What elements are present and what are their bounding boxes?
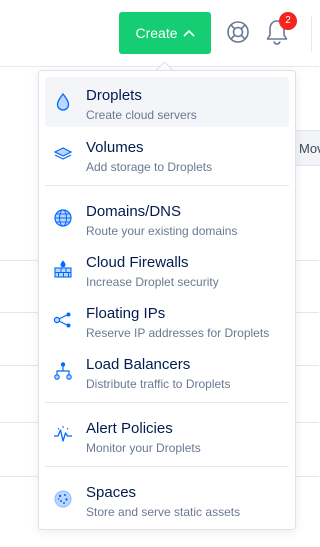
menu-divider <box>45 466 289 467</box>
help-lifebuoy-icon[interactable] <box>226 20 250 44</box>
menu-item-title: Droplets <box>86 87 142 104</box>
menu-item-description: Route your existing domains <box>86 224 238 238</box>
menu-item-alert-policies[interactable]: Alert Policies Monitor your Droplets <box>45 410 289 460</box>
globe-icon <box>54 209 72 227</box>
floating-ip-icon <box>53 312 71 328</box>
menu-item-description: Increase Droplet security <box>86 275 219 289</box>
menu-item-description: Distribute traffic to Droplets <box>86 377 231 391</box>
create-menu: Droplets Create cloud servers Volumes Ad… <box>38 70 296 530</box>
menu-divider <box>45 185 289 186</box>
pulse-alert-icon <box>54 426 72 442</box>
menu-item-title: Volumes <box>86 139 144 156</box>
topbar-divider <box>311 16 312 52</box>
menu-item-title: Spaces <box>86 484 137 501</box>
volumes-icon <box>53 147 73 160</box>
notification-badge: 2 <box>279 12 297 30</box>
menu-item-title: Load Balancers <box>86 356 191 373</box>
chevron-up-icon <box>182 29 195 37</box>
menu-item-domains-dns[interactable]: Domains/DNS Route your existing domains <box>45 193 289 243</box>
firewall-icon <box>54 260 72 278</box>
create-button-label: Create <box>135 25 178 41</box>
menu-item-volumes[interactable]: Volumes Add storage to Droplets <box>45 129 289 179</box>
menu-divider <box>45 402 289 403</box>
menu-item-title: Cloud Firewalls <box>86 254 189 271</box>
menu-item-description: Store and serve static assets <box>86 505 241 519</box>
menu-item-title: Alert Policies <box>86 420 173 437</box>
spaces-icon <box>54 490 72 508</box>
menu-item-title: Floating IPs <box>86 305 166 322</box>
menu-item-description: Reserve IP addresses for Droplets <box>86 326 270 340</box>
move-button-label: Mov <box>299 141 320 156</box>
menu-item-description: Monitor your Droplets <box>86 441 201 455</box>
menu-item-droplets[interactable]: Droplets Create cloud servers <box>45 77 289 127</box>
menu-item-title: Domains/DNS <box>86 203 182 220</box>
menu-item-load-balancers[interactable]: Load Balancers Distribute traffic to Dro… <box>45 346 289 396</box>
notifications-button[interactable]: 2 <box>264 12 297 48</box>
move-button[interactable]: Mov <box>292 130 320 166</box>
create-button[interactable]: Create <box>119 12 211 54</box>
menu-item-floating-ips[interactable]: Floating IPs Reserve IP addresses for Dr… <box>45 295 289 345</box>
droplet-icon <box>56 92 70 111</box>
menu-item-spaces[interactable]: Spaces Store and serve static assets <box>45 474 289 524</box>
menu-item-cloud-firewalls[interactable]: Cloud Firewalls Increase Droplet securit… <box>45 244 289 294</box>
menu-item-description: Create cloud servers <box>86 108 197 122</box>
menu-item-description: Add storage to Droplets <box>86 160 213 174</box>
load-balancer-icon <box>54 362 72 380</box>
